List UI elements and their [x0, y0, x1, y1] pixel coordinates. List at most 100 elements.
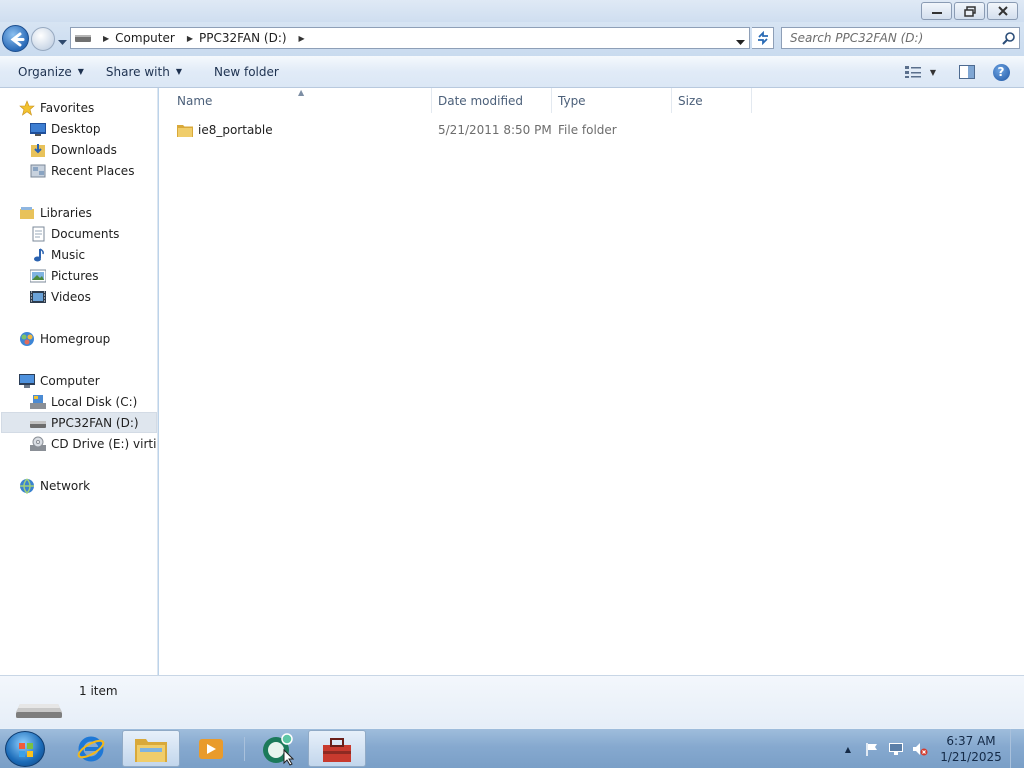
forward-button[interactable]: [31, 27, 55, 51]
search-box[interactable]: [781, 27, 1020, 49]
nav-label: CD Drive (E:) virtio-v: [51, 436, 157, 451]
minimize-button[interactable]: [921, 2, 952, 20]
clock-date: 1/21/2025: [940, 750, 1002, 764]
nav-videos[interactable]: Videos: [30, 286, 91, 307]
speaker-muted-icon: [913, 743, 928, 756]
breadcrumb-arrow-icon[interactable]: ▶: [187, 34, 193, 43]
homegroup-icon: [20, 331, 34, 346]
new-folder-button[interactable]: New folder: [204, 60, 289, 84]
nav-downloads[interactable]: Downloads: [30, 139, 117, 160]
file-name: ie8_portable: [198, 123, 273, 137]
refresh-button[interactable]: [752, 27, 774, 49]
nav-label: Downloads: [51, 142, 117, 157]
toolbox-icon: [323, 737, 351, 762]
internet-explorer-icon: [77, 736, 105, 761]
volume-icon[interactable]: [910, 740, 930, 758]
help-button[interactable]: ?: [988, 60, 1014, 84]
nav-music[interactable]: Music: [30, 244, 85, 265]
nav-computer[interactable]: Computer: [19, 370, 100, 391]
drive-icon: [75, 35, 91, 42]
taskbar-app-green[interactable]: [252, 730, 302, 767]
show-desktop-button[interactable]: [1010, 729, 1024, 768]
pictures-icon: [30, 269, 46, 282]
file-date-cell: 5/21/2011 8:50 PM: [438, 123, 552, 137]
nav-label: Videos: [51, 289, 91, 304]
toolbar-right: ▼ ?: [896, 60, 1014, 84]
start-button[interactable]: [5, 731, 45, 767]
share-with-button[interactable]: Share with ▼: [96, 60, 192, 84]
flag-icon: [866, 743, 877, 756]
nav-pictures[interactable]: Pictures: [30, 265, 99, 286]
nav-label: Computer: [40, 373, 100, 388]
breadcrumb-arrow-icon[interactable]: ▶: [103, 34, 109, 43]
column-header-size[interactable]: Size: [672, 88, 752, 113]
help-icon: ?: [992, 63, 1010, 81]
restore-button[interactable]: [954, 2, 985, 20]
nav-label: Favorites: [40, 100, 95, 115]
column-header-type[interactable]: Type: [552, 88, 672, 113]
breadcrumb-arrow-icon[interactable]: ▶: [299, 34, 305, 43]
nav-network[interactable]: Network: [19, 475, 90, 496]
table-row[interactable]: ie8_portable 5/21/2011 8:50 PM File fold…: [159, 119, 759, 141]
recent-places-icon: [30, 164, 46, 177]
recent-pages-dropdown[interactable]: [58, 35, 67, 49]
show-hidden-icons-button[interactable]: ▲: [838, 740, 858, 758]
organize-label: Organize: [18, 64, 72, 79]
organize-button[interactable]: Organize ▼: [8, 60, 94, 84]
taskbar-media-player[interactable]: [186, 730, 236, 767]
nav-libraries[interactable]: Libraries: [19, 202, 92, 223]
taskbar-windows-explorer[interactable]: [122, 730, 180, 767]
chevron-up-icon: ▲: [844, 744, 852, 754]
taskbar-internet-explorer[interactable]: [66, 730, 116, 767]
address-row: ▶ Computer ▶ PPC32FAN (D:) ▶: [0, 22, 1024, 56]
nav-label: Music: [51, 247, 86, 262]
chevron-down-icon: ▼: [77, 67, 84, 76]
nav-homegroup[interactable]: Homegroup: [19, 328, 110, 349]
breadcrumb-drive[interactable]: PPC32FAN (D:): [199, 31, 287, 45]
star-icon: [19, 99, 35, 116]
removable-drive-icon: [30, 420, 46, 428]
nav-cd-drive[interactable]: CD Drive (E:) virtio-v: [30, 433, 157, 454]
search-icon[interactable]: [1001, 31, 1016, 46]
chevron-down-icon: ▼: [175, 67, 182, 76]
breadcrumb-computer[interactable]: Computer: [115, 31, 175, 45]
display-icon[interactable]: [886, 740, 906, 758]
nav-favorites[interactable]: Favorites: [19, 97, 94, 118]
column-header-name[interactable]: Name ▲: [159, 88, 432, 113]
item-count: 1 item: [79, 684, 118, 698]
system-clock[interactable]: 6:37 AM 1/21/2025: [936, 733, 1006, 765]
view-options-dropdown[interactable]: ▼: [926, 60, 940, 84]
search-input[interactable]: [790, 31, 990, 45]
green-app-icon: [263, 732, 294, 766]
nav-label: Homegroup: [40, 331, 111, 346]
address-bar[interactable]: ▶ Computer ▶ PPC32FAN (D:) ▶: [70, 27, 750, 49]
nav-local-disk[interactable]: Local Disk (C:): [30, 391, 137, 412]
file-name-cell[interactable]: ie8_portable: [177, 119, 273, 141]
nav-desktop[interactable]: Desktop: [30, 118, 101, 139]
caption-buttons: [919, 2, 1018, 20]
nav-recent-places[interactable]: Recent Places: [30, 160, 134, 181]
chevron-down-icon: [736, 40, 745, 45]
back-button[interactable]: [2, 25, 29, 52]
close-button[interactable]: [987, 2, 1018, 20]
back-arrow-icon: [10, 32, 25, 47]
column-header-date-modified[interactable]: Date modified: [432, 88, 552, 113]
chevron-down-icon: ▼: [929, 67, 937, 77]
action-center-icon[interactable]: [862, 740, 882, 758]
column-label: Size: [678, 93, 703, 108]
documents-icon: [32, 226, 45, 241]
nav-label: Recent Places: [51, 163, 135, 178]
nav-ppc32fan-drive[interactable]: PPC32FAN (D:): [1, 412, 157, 433]
preview-pane-button[interactable]: [954, 60, 980, 84]
address-dropdown[interactable]: [736, 35, 745, 49]
downloads-icon: [31, 143, 45, 157]
change-view-button[interactable]: [900, 60, 926, 84]
folder-icon: [177, 125, 193, 137]
taskbar-toolbox-app[interactable]: [308, 730, 366, 767]
nav-documents[interactable]: Documents: [30, 223, 119, 244]
nav-label: Pictures: [51, 268, 99, 283]
media-player-icon: [199, 738, 223, 759]
nav-label: Local Disk (C:): [51, 394, 138, 409]
windows-logo-icon: [19, 743, 33, 757]
column-label: Type: [558, 93, 586, 108]
